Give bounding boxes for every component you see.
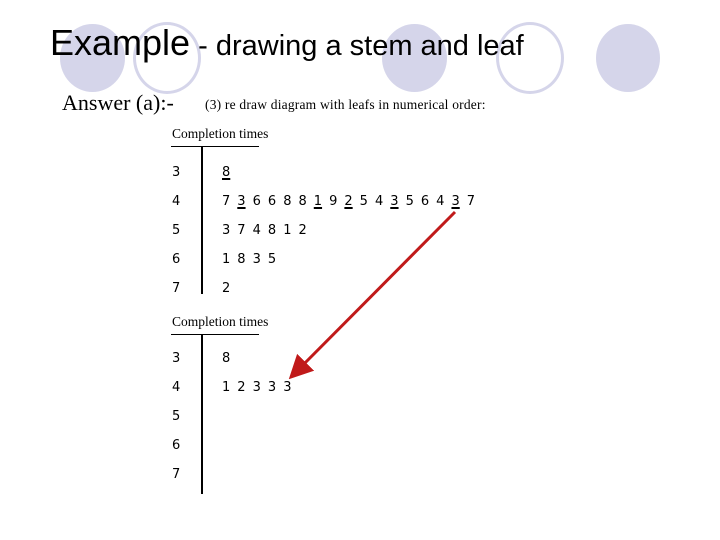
red-arrow (288, 210, 457, 380)
